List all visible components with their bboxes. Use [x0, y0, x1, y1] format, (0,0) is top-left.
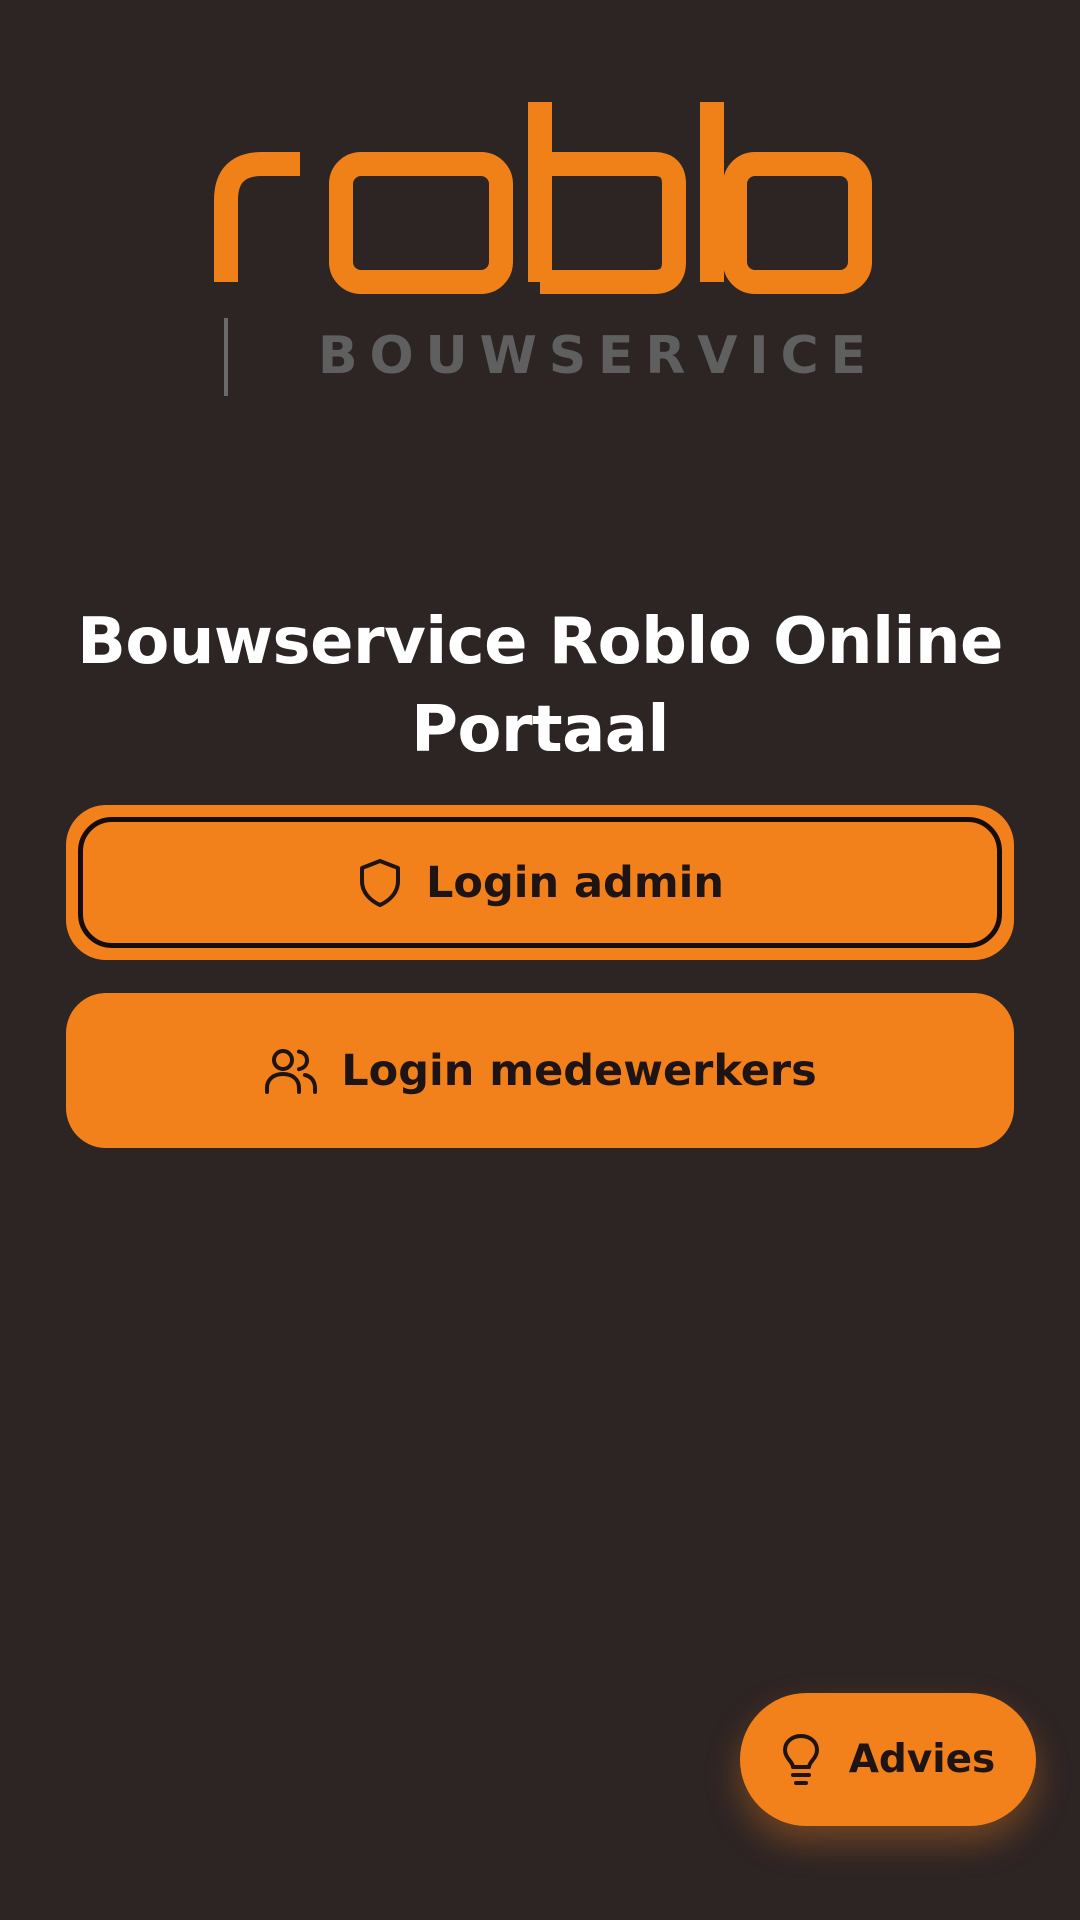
- logo-tagline: BOUWSERVICE: [318, 326, 866, 386]
- login-admin-label: Login admin: [426, 857, 724, 908]
- roblo-logo-graphic: BOUWSERVICE: [214, 102, 872, 396]
- lightbulb-icon: [781, 1733, 821, 1787]
- advies-label: Advies: [848, 1737, 996, 1782]
- users-icon: [263, 1046, 319, 1096]
- login-medewerkers-button[interactable]: Login medewerkers: [66, 993, 1014, 1148]
- login-admin-button[interactable]: Login admin: [66, 805, 1014, 960]
- page-title: Bouwservice Roblo Online Portaal: [77, 605, 1003, 767]
- shield-icon: [356, 856, 404, 910]
- advies-button[interactable]: Advies: [740, 1693, 1036, 1826]
- roblo-logo: BOUWSERVICE: [0, 90, 1080, 410]
- login-medewerkers-label: Login medewerkers: [341, 1045, 817, 1096]
